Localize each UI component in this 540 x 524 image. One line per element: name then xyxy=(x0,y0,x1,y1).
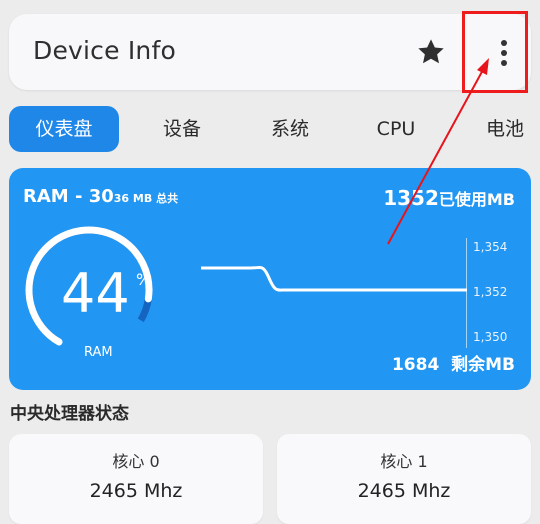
tab-dashboard[interactable]: 仪表盘 xyxy=(9,106,119,152)
core-frequency: 2465 Mhz xyxy=(89,480,183,502)
tab-cpu[interactable]: CPU xyxy=(358,106,434,152)
ram-free-value: 1684 xyxy=(391,355,440,375)
ram-used-value: 1352 xyxy=(383,186,439,210)
core-card-1[interactable]: 核心 1 2465 Mhz xyxy=(277,434,531,524)
ram-title: RAM - 3036 MB 总共 xyxy=(23,186,178,207)
ram-percent-sign: % xyxy=(136,270,152,289)
ram-free-unit: 剩余MB xyxy=(451,355,515,375)
ram-tick-mid: 1,352 xyxy=(473,285,508,299)
ram-title-total: 36 MB 总共 xyxy=(113,192,179,205)
tab-battery[interactable]: 电池 xyxy=(472,106,538,152)
app-title: Device Info xyxy=(33,36,176,65)
cpu-section-title: 中央处理器状态 xyxy=(10,404,129,424)
ram-percent-value: 44 xyxy=(61,262,130,325)
core-frequency: 2465 Mhz xyxy=(357,480,451,502)
core-label: 核心 0 xyxy=(112,452,160,471)
ram-tick-bottom: 1,350 xyxy=(473,330,508,344)
tab-device[interactable]: 设备 xyxy=(142,106,222,152)
app-bar: Device Info xyxy=(9,14,531,90)
core-card-0[interactable]: 核心 0 2465 Mhz xyxy=(9,434,263,524)
ram-history-line xyxy=(201,265,467,292)
tab-system[interactable]: 系统 xyxy=(250,106,330,152)
ram-card[interactable]: RAM - 3036 MB 总共 1352已使用MB 44 % RAM 1,35… xyxy=(9,168,531,390)
favorite-button[interactable] xyxy=(415,36,447,68)
ram-axis-line xyxy=(466,238,467,348)
core-label: 核心 1 xyxy=(380,452,428,471)
ram-gauge-label: RAM xyxy=(84,345,113,360)
tab-bar: 仪表盘 设备 系统 CPU 电池 xyxy=(9,106,540,154)
ram-used-unit: 已使用MB xyxy=(438,190,515,209)
ram-used: 1352已使用MB xyxy=(383,186,515,210)
ram-title-prefix: RAM - 30 xyxy=(23,186,114,207)
star-icon xyxy=(418,39,444,64)
ram-tick-top: 1,354 xyxy=(473,240,508,254)
highlight-box xyxy=(462,11,528,93)
ram-free: 1684 剩余MB xyxy=(392,350,515,375)
